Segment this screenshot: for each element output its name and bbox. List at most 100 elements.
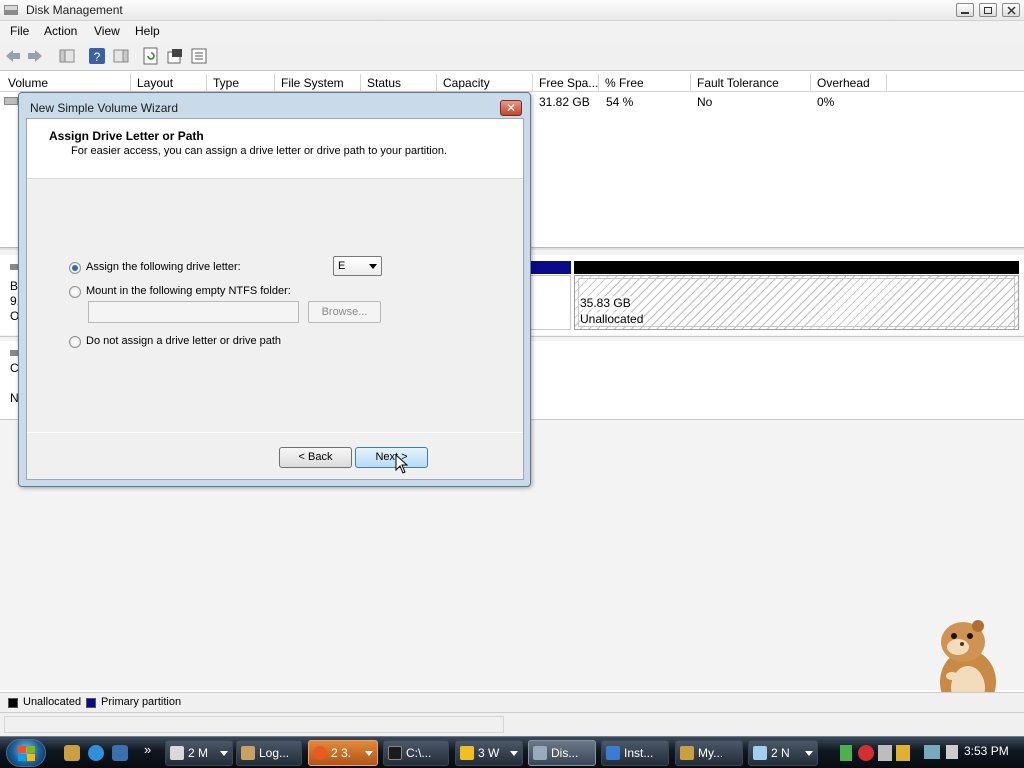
column-header-overhead[interactable]: Overhead	[811, 74, 887, 92]
cell-overhead: 0%	[817, 95, 835, 109]
notepad-icon	[753, 746, 767, 760]
primary-partition-bar	[530, 261, 571, 274]
svg-text:?: ?	[94, 50, 101, 64]
quick-launch-icon[interactable]	[64, 745, 80, 761]
taskbar-button[interactable]: 2 N	[748, 740, 818, 766]
menu-view[interactable]: View	[94, 24, 120, 38]
radio-mount-folder[interactable]	[69, 286, 81, 298]
taskbar-button[interactable]: Log...	[236, 740, 302, 766]
back-button[interactable]: < Back	[279, 447, 352, 468]
menu-file[interactable]: File	[10, 24, 29, 38]
column-header-percent-free[interactable]: % Free	[599, 74, 691, 92]
volume-speaker-icon[interactable]	[946, 745, 958, 759]
taskbar: » 2 M Log... 2 3. C:\... 3 W Dis... Inst…	[0, 736, 1024, 768]
wizard-subheading: For easier access, you can assign a driv…	[71, 145, 448, 157]
radio-assign-label[interactable]: Assign the following drive letter:	[86, 261, 241, 273]
legend-label-primary: Primary partition	[101, 696, 182, 708]
drive-letter-select[interactable]: E	[333, 256, 382, 276]
minimize-button[interactable]	[956, 3, 974, 17]
legend-bar: Unallocated Primary partition	[0, 692, 1024, 712]
radio-mount-label[interactable]: Mount in the following empty NTFS folder…	[86, 285, 291, 297]
column-header-fault-tolerance[interactable]: Fault Tolerance	[691, 74, 811, 92]
radio-none-label[interactable]: Do not assign a drive letter or drive pa…	[86, 335, 281, 347]
tray-icon[interactable]	[840, 745, 852, 761]
quick-launch-overflow-icon[interactable]: »	[144, 742, 151, 757]
command-prompt-icon	[388, 746, 402, 760]
radio-no-drive-letter[interactable]	[69, 336, 81, 348]
chevron-down-icon	[805, 751, 813, 756]
chevron-down-icon	[510, 751, 518, 756]
column-header-free-space[interactable]: Free Spa...	[533, 74, 599, 92]
dialog-close-button[interactable]: ✕	[500, 100, 522, 116]
chevron-down-icon	[365, 751, 373, 756]
chevron-down-icon	[369, 264, 377, 269]
radio-assign-drive-letter[interactable]	[69, 262, 81, 274]
folder-icon	[460, 746, 474, 760]
installer-icon	[606, 746, 620, 760]
primary-partition-block[interactable]	[530, 275, 571, 330]
disk-icon	[10, 264, 18, 270]
unallocated-partition-block[interactable]: 35.83 GB Unallocated	[574, 275, 1019, 330]
next-button[interactable]: Next >	[355, 447, 428, 468]
column-header-volume[interactable]: Volume	[2, 74, 131, 92]
taskbar-button[interactable]: My...	[675, 740, 743, 766]
restore-button[interactable]	[979, 3, 997, 17]
status-pane	[4, 716, 504, 733]
folder-path-input[interactable]	[88, 301, 299, 323]
legend-swatch-unallocated	[8, 698, 18, 708]
unallocated-size: 35.83 GB	[580, 296, 631, 310]
firefox-icon	[313, 746, 327, 760]
quick-launch-icon[interactable]	[88, 745, 104, 761]
column-header-layout[interactable]: Layout	[131, 74, 207, 92]
tray-icon[interactable]	[878, 745, 892, 761]
app-icon	[241, 746, 255, 760]
column-header-capacity[interactable]: Capacity	[437, 74, 533, 92]
refresh-icon[interactable]	[142, 47, 160, 65]
column-header-status[interactable]: Status	[361, 74, 437, 92]
tray-icon[interactable]	[896, 745, 910, 761]
cdrom-icon	[10, 350, 18, 356]
taskbar-button[interactable]: 3 W	[455, 740, 523, 766]
chevron-down-icon	[220, 751, 228, 756]
show-hide-console-tree-icon[interactable]	[58, 47, 76, 65]
cell-fault-tolerance: No	[697, 95, 713, 109]
start-button[interactable]	[6, 739, 46, 767]
disk-management-icon	[533, 746, 547, 760]
window-group-icon	[170, 746, 184, 760]
restore-icon	[984, 7, 992, 14]
drive-letter-value: E	[338, 260, 346, 272]
dialog-title: New Simple Volume Wizard	[30, 101, 179, 115]
close-icon: ✕	[505, 101, 517, 115]
back-arrow-icon[interactable]	[4, 47, 22, 65]
new-simple-volume-wizard-dialog: New Simple Volume Wizard ✕ Assign Drive …	[18, 92, 531, 487]
unallocated-partition-frame	[578, 278, 1015, 327]
taskbar-button[interactable]: C:\...	[383, 740, 449, 766]
taskbar-button[interactable]: 2 3.	[308, 740, 378, 766]
clock[interactable]: 3:53 PM	[964, 744, 1009, 758]
minimize-icon	[961, 12, 969, 14]
properties-icon[interactable]	[166, 47, 184, 65]
taskbar-button[interactable]: Inst...	[601, 740, 669, 766]
export-list-icon[interactable]	[190, 47, 208, 65]
wizard-heading: Assign Drive Letter or Path	[49, 129, 204, 143]
taskbar-button[interactable]: 2 M	[165, 740, 233, 766]
browse-button[interactable]: Browse...	[308, 301, 381, 323]
show-hide-action-pane-icon[interactable]	[112, 47, 130, 65]
show-desktop-icon[interactable]	[112, 745, 128, 761]
forward-arrow-icon[interactable]	[26, 47, 44, 65]
volume-icon	[4, 97, 18, 105]
help-icon[interactable]: ?	[88, 47, 106, 65]
menu-action[interactable]: Action	[44, 24, 77, 38]
mouse-cursor-icon	[395, 454, 409, 474]
unallocated-bar	[574, 261, 1019, 274]
menu-help[interactable]: Help	[135, 24, 160, 38]
tray-icon[interactable]	[858, 745, 874, 761]
column-header-type[interactable]: Type	[207, 74, 275, 92]
windows-logo-icon	[18, 746, 35, 761]
cell-free-space: 31.82 GB	[539, 95, 590, 109]
column-header-file-system[interactable]: File System	[275, 74, 361, 92]
taskbar-button-disk-management[interactable]: Dis...	[528, 740, 596, 766]
network-icon[interactable]	[924, 745, 940, 759]
close-window-button[interactable]	[1002, 3, 1020, 17]
legend-swatch-primary	[86, 698, 96, 708]
